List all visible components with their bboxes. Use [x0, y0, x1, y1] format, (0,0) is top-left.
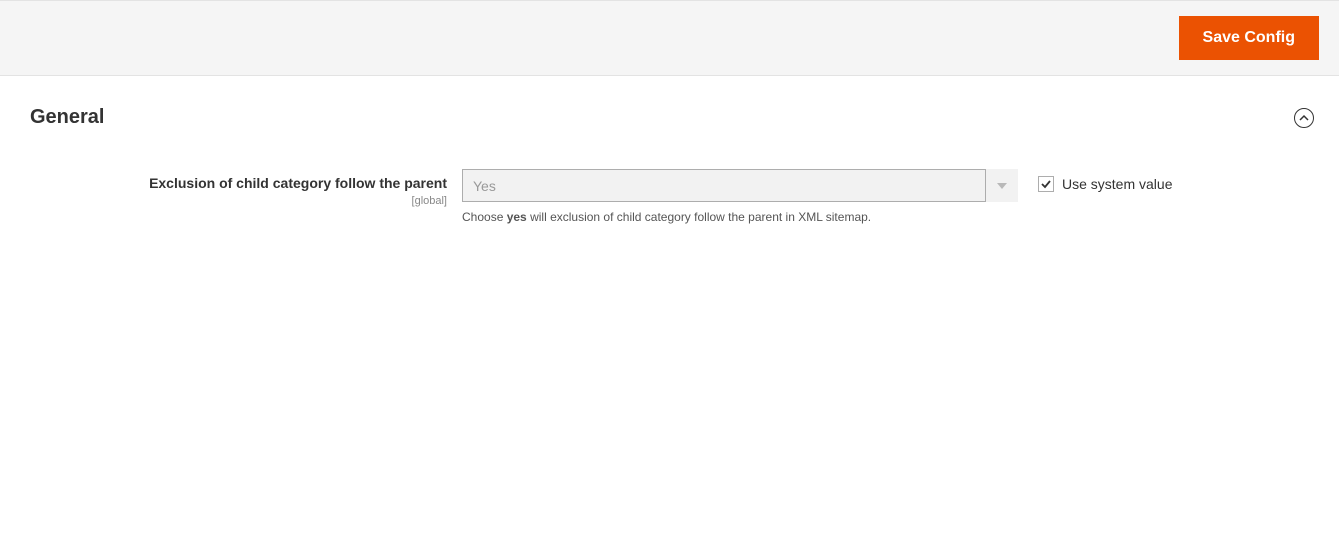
note-bold: yes — [507, 210, 527, 224]
select-wrapper: Yes — [462, 169, 1018, 202]
field-label-column: Exclusion of child category follow the p… — [30, 169, 462, 207]
save-config-button[interactable]: Save Config — [1179, 16, 1319, 60]
field-row-exclusion: Exclusion of child category follow the p… — [30, 169, 1319, 224]
field-scope: [global] — [30, 195, 447, 207]
field-checkbox-column: Use system value — [1018, 169, 1172, 192]
field-control-column: Yes Choose yes will exclusion of child c… — [462, 169, 1018, 224]
header-bar: Save Config — [0, 0, 1339, 76]
field-label: Exclusion of child category follow the p… — [149, 175, 447, 191]
use-system-value-checkbox[interactable] — [1038, 176, 1054, 192]
note-prefix: Choose — [462, 210, 507, 224]
select-value: Yes — [473, 178, 496, 194]
select-arrow — [985, 169, 1018, 202]
chevron-down-icon — [997, 183, 1007, 189]
content-area: General Exclusion of child category foll… — [0, 76, 1339, 264]
chevron-up-icon — [1299, 113, 1309, 123]
use-system-value-label[interactable]: Use system value — [1062, 176, 1172, 192]
section-header: General — [30, 106, 1319, 129]
checkmark-icon — [1040, 178, 1052, 190]
note-suffix: will exclusion of child category follow … — [527, 210, 871, 224]
field-note: Choose yes will exclusion of child categ… — [462, 210, 1018, 224]
exclusion-select: Yes — [462, 169, 1018, 202]
section-title: General — [30, 106, 104, 129]
collapse-section-icon[interactable] — [1294, 108, 1314, 128]
